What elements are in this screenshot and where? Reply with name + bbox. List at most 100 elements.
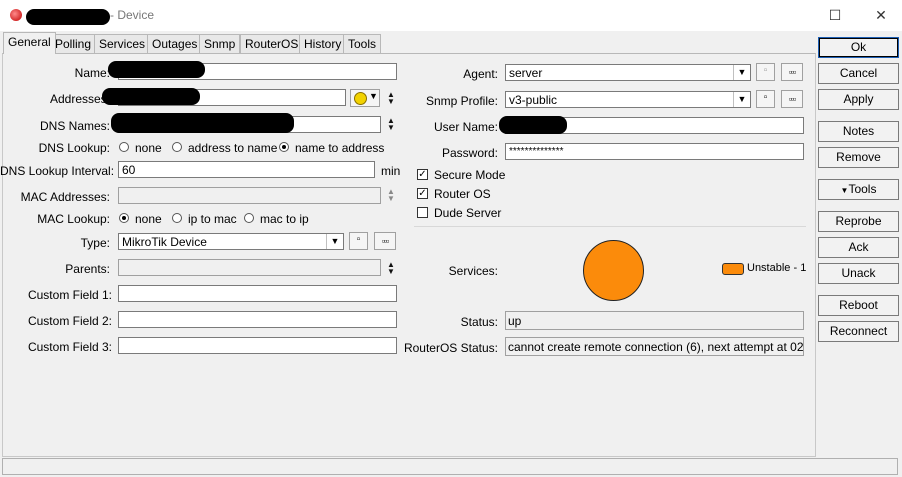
addresses-updown-icon[interactable]: ▲ ▼ [385, 91, 397, 107]
agent-value: server [509, 66, 543, 80]
tab-tools[interactable]: Tools [343, 34, 382, 53]
mac-lookup-mac2ip-radio[interactable] [244, 213, 254, 223]
dns-interval-unit: min [381, 164, 401, 178]
tab-general[interactable]: General [3, 32, 56, 54]
mac-lookup-ip2mac-label: ip to mac [188, 212, 237, 226]
mac-lookup-ip2mac-radio[interactable] [172, 213, 182, 223]
redacted-addresses [102, 88, 200, 105]
dns-interval-field[interactable]: 60 [118, 161, 375, 178]
redacted-title [26, 9, 110, 25]
agent-label: Agent: [463, 67, 498, 81]
legend-label: Unstable - 1 [747, 262, 807, 274]
maximize-button[interactable]: ☐ [820, 4, 850, 26]
notes-button[interactable]: Notes [818, 121, 899, 142]
tools-button[interactable]: ▼Tools [818, 179, 899, 200]
ack-button[interactable]: Ack [818, 237, 899, 258]
snmp-value: v3-public [509, 93, 558, 107]
cancel-button[interactable]: Cancel [818, 63, 899, 84]
dns-interval-label: DNS Lookup Interval: [0, 164, 115, 178]
router-os-checkbox[interactable]: ✓ [417, 188, 428, 199]
mac-lookup-label: MAC Lookup: [37, 212, 110, 226]
routeros-status-value: cannot create remote connection (6), nex… [505, 337, 804, 356]
redacted-dns [111, 113, 294, 133]
tab-snmp[interactable]: Snmp [199, 34, 241, 53]
type-small-button[interactable]: ▫ [349, 232, 368, 250]
agent-select[interactable]: server ▼ [505, 64, 751, 81]
password-label: Password: [441, 146, 498, 160]
apply-button[interactable]: Apply [818, 89, 899, 110]
mac-lookup-none-label: none [135, 212, 162, 226]
dude-server-checkbox[interactable] [417, 207, 428, 218]
tab-routeros[interactable]: RouterOS [240, 34, 304, 53]
routeros-status-label: RouterOS Status: [403, 341, 498, 355]
chevron-down-icon: ▼ [733, 92, 750, 107]
type-more-button[interactable]: ▫▫▫ [374, 232, 396, 250]
app-icon [10, 9, 22, 21]
dns-lookup-none-label: none [135, 141, 162, 155]
chevron-down-icon: ▼ [326, 234, 343, 249]
mac-addresses-field[interactable] [118, 187, 381, 204]
type-label: Type: [80, 236, 110, 250]
custom2-field[interactable] [118, 311, 397, 328]
tab-services[interactable]: Services [94, 34, 151, 53]
reconnect-button[interactable]: Reconnect [818, 321, 899, 342]
dns-lookup-label: DNS Lookup: [38, 141, 110, 155]
tab-history[interactable]: History [299, 34, 347, 53]
ok-button[interactable]: Ok [818, 37, 899, 58]
snmp-small-button[interactable]: ▫ [756, 90, 775, 108]
chevron-down-icon: ▼ [733, 65, 750, 80]
mac-lookup-mac2ip-label: mac to ip [260, 212, 309, 226]
reboot-button[interactable]: Reboot [818, 295, 899, 316]
unack-button[interactable]: Unack [818, 263, 899, 284]
dns-lookup-none-radio[interactable] [119, 142, 129, 152]
custom3-label: Custom Field 3: [27, 340, 112, 354]
redacted-name [108, 61, 205, 78]
username-label: User Name: [433, 120, 498, 134]
chevron-down-icon: ▼ [369, 91, 378, 101]
name-label: Name: [74, 66, 110, 80]
dns-lookup-a2n-label: address to name [188, 141, 278, 155]
remove-button[interactable]: Remove [818, 147, 899, 168]
custom1-label: Custom Field 1: [27, 288, 112, 302]
dns-lookup-n2a-radio[interactable] [279, 142, 289, 152]
parents-field[interactable] [118, 259, 381, 276]
mac-updown-icon[interactable]: ▲ ▼ [385, 188, 397, 204]
addresses-label: Addresses: [49, 92, 110, 106]
window-title: - Device [110, 8, 155, 22]
type-select[interactable]: MikroTik Device ▼ [118, 233, 344, 250]
status-bar [2, 458, 898, 475]
router-os-label: Router OS [434, 187, 491, 201]
tab-polling[interactable]: Polling [50, 34, 97, 53]
snmp-select[interactable]: v3-public ▼ [505, 91, 751, 108]
secure-mode-checkbox[interactable]: ✓ [417, 169, 428, 180]
parents-updown-icon[interactable]: ▲ ▼ [385, 261, 397, 277]
legend-swatch [722, 263, 744, 275]
agent-more-button[interactable]: ▫▫▫ [781, 63, 803, 81]
password-field[interactable]: ************** [505, 143, 804, 160]
dns-lookup-a2n-radio[interactable] [172, 142, 182, 152]
reprobe-button[interactable]: Reprobe [818, 211, 899, 232]
services-status-circle [583, 240, 644, 301]
dns-names-label: DNS Names: [39, 119, 110, 133]
address-lookup-button[interactable]: ▼ [350, 89, 380, 107]
mac-lookup-none-radio[interactable] [119, 213, 129, 223]
redacted-username [499, 116, 567, 134]
services-label: Services: [448, 264, 498, 278]
mac-addresses-label: MAC Addresses: [20, 190, 110, 204]
dude-server-label: Dude Server [434, 206, 502, 220]
tools-label: Tools [848, 182, 877, 196]
status-value: up [505, 311, 804, 330]
dns-lookup-n2a-label: name to address [295, 141, 385, 155]
dns-updown-icon[interactable]: ▲ ▼ [385, 117, 397, 133]
lookup-icon [354, 92, 367, 105]
secure-mode-label: Secure Mode [434, 168, 506, 182]
close-button[interactable]: ✕ [866, 4, 896, 26]
custom3-field[interactable] [118, 337, 397, 354]
agent-small-button[interactable]: ▫ [756, 63, 775, 81]
snmp-more-button[interactable]: ▫▫▫ [781, 90, 803, 108]
snmp-label: Snmp Profile: [425, 94, 498, 108]
type-value: MikroTik Device [122, 235, 207, 249]
status-label: Status: [460, 315, 498, 329]
custom1-field[interactable] [118, 285, 397, 302]
tab-outages[interactable]: Outages [147, 34, 203, 53]
